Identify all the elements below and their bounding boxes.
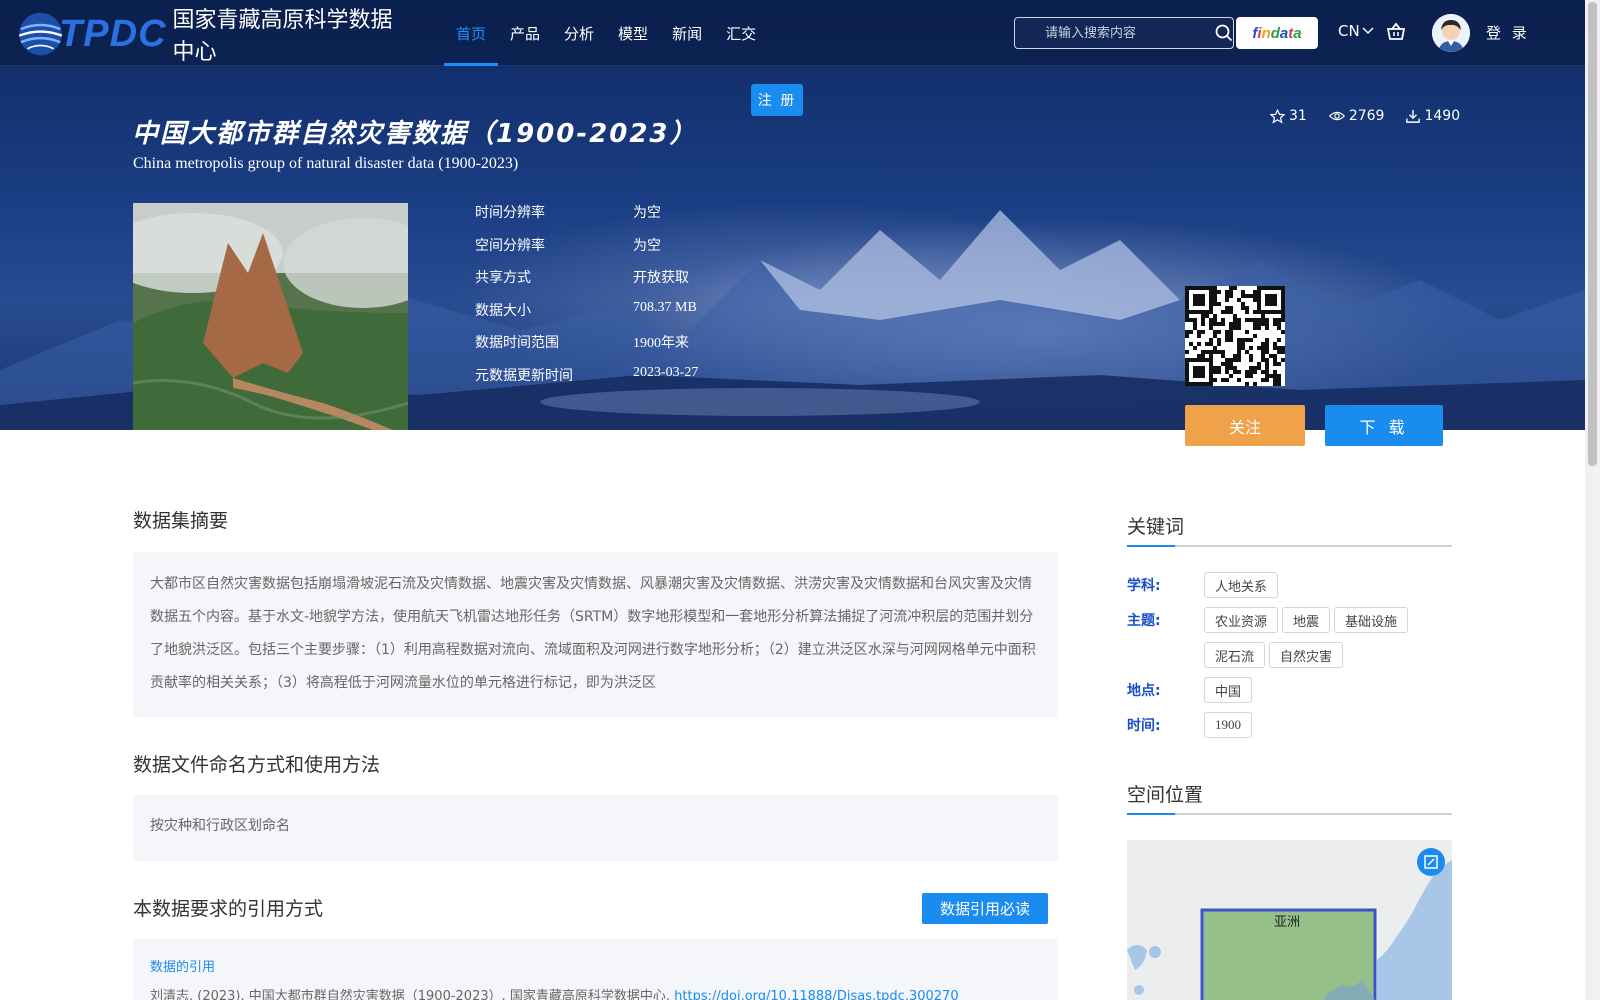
favorites-count: 31 <box>1289 108 1307 124</box>
meta-label: 数据大小 <box>475 302 531 319</box>
nav-item-2[interactable]: 分析 <box>552 0 606 66</box>
naming-text: 按灾种和行政区划命名 <box>133 795 1058 861</box>
nav-item-5[interactable]: 汇交 <box>714 0 768 66</box>
dataset-stats: 31 2769 1490 <box>1270 108 1460 124</box>
keyword-tag[interactable]: 基础设施 <box>1334 607 1409 633</box>
nav-item-3[interactable]: 模型 <box>606 0 660 66</box>
map-canvas: 亚洲 <box>1127 840 1452 1000</box>
keyword-tag[interactable]: 1900 <box>1204 712 1252 738</box>
views-stat: 2769 <box>1328 108 1385 124</box>
register-button[interactable]: 注 册 <box>751 84 803 116</box>
map-region-label: 亚洲 <box>1274 915 1300 930</box>
cart-icon[interactable] <box>1386 22 1406 46</box>
findata-letter: n <box>1261 24 1271 42</box>
findata-button[interactable]: findata <box>1236 17 1318 49</box>
nav-item-0[interactable]: 首页 <box>444 0 499 66</box>
main-nav: 首页 产品 分析 模型 新闻 汇交 <box>444 0 768 66</box>
nav-item-1[interactable]: 产品 <box>498 0 552 66</box>
keyword-tag[interactable]: 农业资源 <box>1204 607 1279 633</box>
keywords-heading: 关键词 <box>1127 516 1185 538</box>
logo-acronym: TPDC <box>59 12 167 55</box>
citation-doi-link[interactable]: https://doi.org/10.11888/Disas.tpdc.3002… <box>674 989 958 1000</box>
keywords-divider <box>1127 545 1452 547</box>
eye-icon <box>1328 111 1345 121</box>
keyword-tag[interactable]: 地震 <box>1282 607 1331 633</box>
meta-row: 数据时间范围 1900年来 <box>475 332 698 365</box>
follow-button[interactable]: 关注 <box>1185 405 1305 446</box>
user-avatar-icon <box>1432 14 1470 52</box>
downloads-stat: 1490 <box>1406 108 1460 124</box>
logo-site-name: 国家青藏高原科学数据中心 <box>172 8 393 65</box>
search-box <box>1014 17 1234 49</box>
location-heading: 空间位置 <box>1127 784 1204 806</box>
meta-row: 数据大小 708.37 MB <box>475 300 698 333</box>
dataset-thumbnail <box>133 203 408 430</box>
meta-label: 空间分辨率 <box>475 237 545 254</box>
citation-label: 数据的引用 <box>150 960 216 975</box>
landslide-image <box>133 203 408 430</box>
citation-text: 刘清志. (2023). 中国大都市群自然灾害数据（1900-2023）. 国家… <box>150 985 1041 1000</box>
meta-value: 1900年来 <box>633 336 689 351</box>
scrollbar-thumb[interactable] <box>1588 2 1597 466</box>
meta-value: 2023-03-27 <box>633 364 699 380</box>
views-count: 2769 <box>1348 108 1385 124</box>
meta-row: 元数据更新时间 2023-03-27 <box>475 365 698 398</box>
download-button[interactable]: 下 载 <box>1325 405 1443 446</box>
citation-body: 刘清志. (2023). 中国大都市群自然灾害数据（1900-2023）. 国家… <box>150 989 671 1000</box>
meta-label: 元数据更新时间 <box>475 367 573 384</box>
meta-row: 共享方式 开放获取 <box>475 267 698 300</box>
keyword-group-label: 时间: <box>1127 718 1161 734</box>
abstract-text: 大都市区自然灾害数据包括崩塌滑坡泥石流及灾情数据、地震灾害及灾情数据、风暴潮灾害… <box>133 552 1058 718</box>
naming-heading: 数据文件命名方式和使用方法 <box>133 754 381 776</box>
citation-box: 数据的引用 刘清志. (2023). 中国大都市群自然灾害数据（1900-202… <box>133 938 1058 1000</box>
meta-row: 空间分辨率 为空 <box>475 235 698 268</box>
globe-logo-icon <box>18 12 63 56</box>
meta-row: 时间分辨率 为空 <box>475 202 698 235</box>
meta-label: 时间分辨率 <box>475 205 545 221</box>
findata-letter: a <box>1279 24 1289 42</box>
qr-code <box>1185 286 1285 386</box>
search-input[interactable] <box>1015 18 1215 48</box>
dataset-title-en: China metropolis group of natural disast… <box>133 155 519 172</box>
meta-value: 708.37 MB <box>633 299 697 315</box>
qr-code-icon <box>1185 286 1285 386</box>
findata-letter: a <box>1293 24 1302 42</box>
abstract-heading: 数据集摘要 <box>133 510 229 532</box>
findata-letter: d <box>1270 24 1280 42</box>
citation-heading: 本数据要求的引用方式 <box>133 898 324 920</box>
language-selector[interactable]: CN <box>1338 22 1374 40</box>
meta-label: 数据时间范围 <box>475 335 559 351</box>
location-map[interactable]: 亚洲 <box>1127 840 1452 1000</box>
dataset-title-cn: 中国大都市群自然灾害数据（1900-2023） <box>132 119 698 149</box>
page-scrollbar[interactable] <box>1585 0 1600 1000</box>
meta-value: 为空 <box>633 205 661 221</box>
location-divider <box>1127 813 1452 815</box>
search-icon[interactable] <box>1215 18 1233 48</box>
citation-guide-button[interactable]: 数据引用必读 <box>922 893 1048 924</box>
keyword-group-label: 主题: <box>1127 613 1161 629</box>
downloads-count: 1490 <box>1424 108 1461 124</box>
top-navigation-bar: TPDC 国家青藏高原科学数据中心 首页产品分析模型新闻汇交 findata C… <box>0 0 1585 66</box>
login-link[interactable]: 登 录 <box>1486 22 1530 43</box>
meta-label: 共享方式 <box>475 270 531 286</box>
keyword-tag[interactable]: 人地关系 <box>1204 572 1279 598</box>
keyword-group-label: 地点: <box>1127 683 1161 699</box>
dataset-metadata: 时间分辨率 为空 空间分辨率 为空 共享方式 开放获取 数据大小 708.37 MB 数据时间范… <box>475 202 698 397</box>
keyword-tag[interactable]: 自然灾害 <box>1269 642 1344 668</box>
site-logo[interactable]: TPDC 国家青藏高原科学数据中心 <box>16 4 396 65</box>
nav-item-4[interactable]: 新闻 <box>660 0 714 66</box>
fullscreen-icon[interactable] <box>1417 848 1445 876</box>
meta-value: 为空 <box>633 237 661 254</box>
favorites-stat[interactable]: 31 <box>1270 108 1307 124</box>
star-icon <box>1270 108 1285 124</box>
keyword-group-label: 学科: <box>1127 578 1161 594</box>
avatar[interactable] <box>1432 14 1470 52</box>
language-label: CN <box>1338 22 1360 40</box>
keyword-tag[interactable]: 泥石流 <box>1204 642 1266 668</box>
keyword-tag[interactable]: 中国 <box>1204 677 1253 703</box>
chevron-down-icon <box>1362 27 1374 35</box>
meta-value: 开放获取 <box>633 270 689 286</box>
download-icon <box>1406 109 1421 123</box>
